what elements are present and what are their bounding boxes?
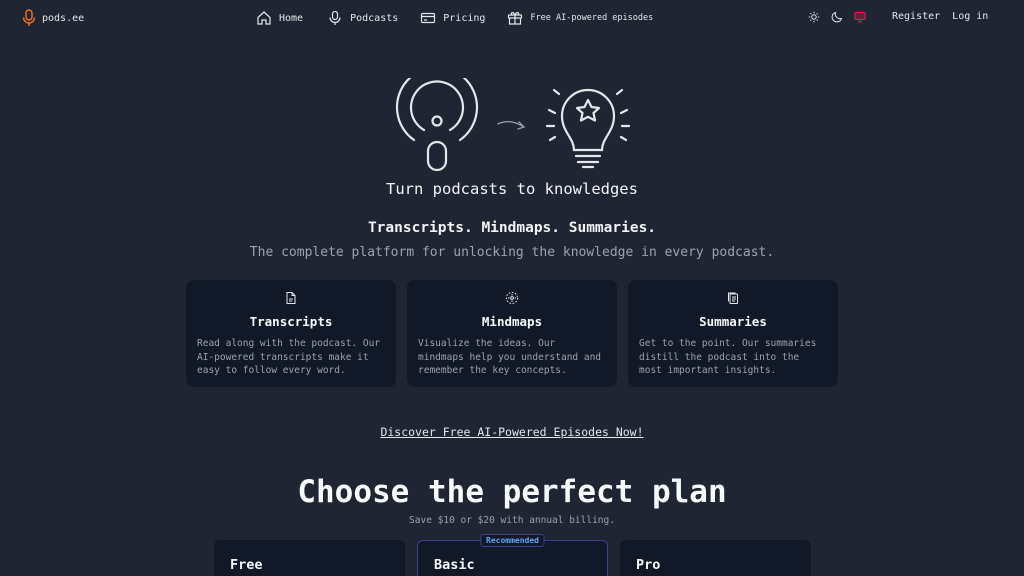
nav-podcasts[interactable]: Podcasts (327, 10, 398, 26)
gift-icon (508, 12, 523, 25)
theme-switcher (808, 11, 866, 23)
discover-episodes-wrap: Discover Free AI-Powered Episodes Now! (0, 425, 1024, 439)
plan-card-basic[interactable]: Recommended Basic (417, 534, 608, 576)
feature-desc: Read along with the podcast. Our AI-powe… (197, 338, 381, 376)
brand-name: pods.ee (42, 12, 85, 24)
sun-icon[interactable] (808, 11, 820, 23)
feature-desc: Get to the point. Our summaries distill … (639, 338, 817, 376)
plan-name: Pro (636, 557, 661, 573)
plan-name: Free (230, 557, 263, 573)
register-link[interactable]: Register (892, 11, 940, 22)
copy-icon (728, 292, 738, 304)
lightbulb-icon (545, 88, 631, 169)
home-icon (257, 11, 271, 25)
nav-pricing[interactable]: Pricing (420, 10, 485, 26)
feature-card-mindmaps: Mindmaps Visualize the ideas. Our mindma… (407, 280, 617, 387)
plans-title: Choose the perfect plan (297, 474, 727, 510)
hero-title: Turn podcasts to knowledges (386, 180, 638, 198)
feature-card-summaries: Summaries Get to the point. Our summarie… (628, 280, 838, 387)
top-nav: pods.ee Home Podcasts Pricing Free AI-po… (0, 0, 1024, 36)
podcast-icon (395, 78, 479, 172)
moon-icon[interactable] (831, 11, 843, 23)
monitor-icon[interactable] (854, 11, 866, 23)
nav-home-label: Home (279, 12, 304, 24)
nav-podcasts-label: Podcasts (350, 12, 399, 24)
feature-card-transcripts: Transcripts Read along with the podcast.… (186, 280, 396, 387)
nav-free-episodes-label: Free AI-powered episodes (530, 13, 654, 23)
auth-links: Register Log in (892, 11, 988, 22)
main-nav: Home Podcasts Pricing Free AI-powered ep… (256, 10, 653, 26)
mindmap-icon (506, 292, 518, 304)
brand-logo[interactable]: pods.ee (22, 9, 84, 27)
microphone-icon (329, 10, 341, 25)
hero-subtitle: The complete platform for unlocking the … (249, 245, 775, 260)
feature-desc: Visualize the ideas. Our mindmaps help y… (418, 338, 602, 376)
recommended-badge: Recommended (480, 534, 545, 547)
feature-title: Mindmaps (481, 314, 543, 329)
nav-pricing-label: Pricing (443, 12, 486, 24)
discover-episodes-link[interactable]: Discover Free AI-Powered Episodes Now! (380, 425, 643, 439)
microphone-logo-icon (22, 9, 36, 26)
feature-title: Transcripts (249, 314, 333, 329)
plans-list: Free Recommended Basic Pro (214, 534, 811, 576)
credit-card-icon (421, 12, 436, 24)
plans-subtitle: Save $10 or $20 with annual billing. (409, 515, 615, 526)
hero-tagline: Transcripts. Mindmaps. Summaries. (367, 220, 657, 236)
podcast-to-lightbulb-illustration (395, 78, 631, 172)
plan-name: Basic (434, 557, 475, 573)
feature-title: Summaries (699, 314, 767, 329)
nav-home[interactable]: Home (256, 10, 303, 26)
nav-free-episodes[interactable]: Free AI-powered episodes (507, 10, 653, 26)
login-link[interactable]: Log in (952, 11, 988, 22)
document-icon (286, 292, 296, 304)
plan-card-free[interactable]: Free (214, 540, 405, 576)
arrow-icon (497, 120, 526, 130)
plan-card-pro[interactable]: Pro (620, 540, 811, 576)
features-section: Transcripts Read along with the podcast.… (186, 280, 838, 387)
